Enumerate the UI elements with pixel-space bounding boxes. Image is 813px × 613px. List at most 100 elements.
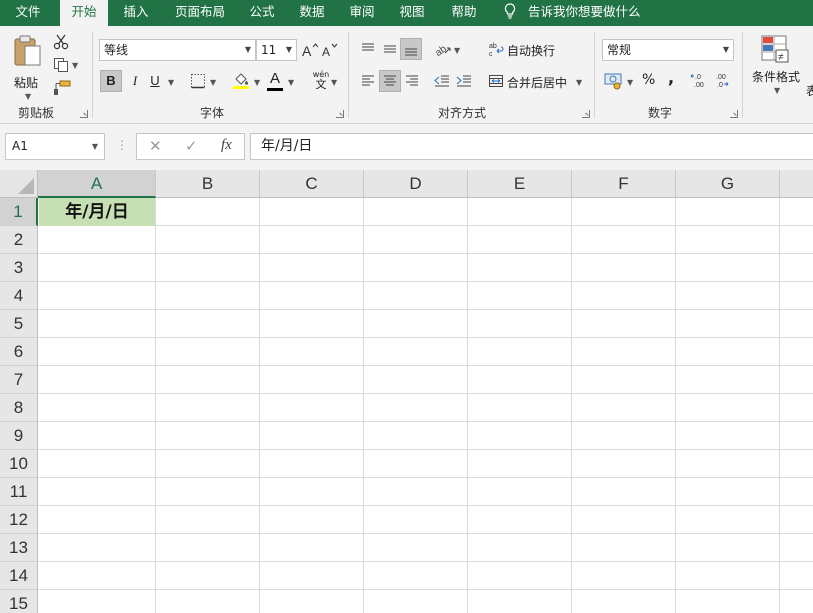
column-header-g[interactable]: G — [676, 170, 780, 198]
tell-me-search[interactable]: 告诉我你想要做什么 — [504, 0, 641, 26]
cut-icon[interactable] — [53, 34, 69, 50]
align-bottom-button[interactable] — [400, 38, 422, 60]
borders-icon[interactable] — [190, 73, 206, 89]
row-header-13[interactable]: 13 — [0, 534, 38, 562]
column-header-e[interactable]: E — [468, 170, 572, 198]
underline-button[interactable]: U — [144, 70, 166, 92]
column-header-h-partial[interactable] — [780, 170, 813, 198]
paste-label: 粘贴 — [14, 76, 39, 90]
row-header-15[interactable]: 15 — [0, 590, 38, 613]
percent-style-button[interactable]: % — [642, 72, 655, 88]
cell-a1[interactable]: 年/月/日 — [39, 198, 155, 226]
paste-button[interactable]: 粘贴 ▼ — [12, 34, 44, 101]
tab-view[interactable]: 视图 — [392, 0, 432, 26]
clipboard-dialog-launcher[interactable] — [80, 110, 88, 118]
formula-bar-grip[interactable]: ⋮ — [116, 138, 128, 152]
row-header-2[interactable]: 2 — [0, 226, 38, 254]
merge-center-dropdown-arrow[interactable]: ▼ — [576, 78, 582, 87]
column-header-b[interactable]: B — [156, 170, 260, 198]
merge-center-icon[interactable] — [488, 73, 504, 89]
italic-button[interactable]: I — [124, 70, 146, 92]
row-header-10[interactable]: 10 — [0, 450, 38, 478]
font-size-dropdown[interactable]: 11 ▼ — [256, 39, 297, 61]
number-format-dropdown[interactable]: 常规 ▼ — [602, 39, 734, 61]
format-painter-icon[interactable] — [53, 80, 71, 96]
accounting-dropdown-arrow[interactable]: ▼ — [627, 78, 633, 87]
wrap-text-button[interactable]: 自动换行 — [507, 42, 555, 59]
column-header-c[interactable]: C — [260, 170, 364, 198]
formula-input[interactable]: 年/月/日 — [250, 133, 813, 160]
align-center-button[interactable] — [379, 70, 401, 92]
row-header-6[interactable]: 6 — [0, 338, 38, 366]
conditional-formatting-button[interactable]: 条件格式 — [752, 68, 800, 85]
fill-color-dropdown-arrow[interactable]: ▼ — [254, 78, 260, 87]
insert-function-icon[interactable]: fx — [221, 137, 232, 154]
align-left-icon[interactable] — [360, 73, 376, 89]
font-dialog-launcher[interactable] — [336, 110, 344, 118]
decrease-indent-icon[interactable] — [434, 73, 450, 89]
tab-insert[interactable]: 插入 — [114, 0, 158, 26]
comma-style-button[interactable]: , — [668, 68, 674, 87]
tab-data[interactable]: 数据 — [292, 0, 332, 26]
row-header-9[interactable]: 9 — [0, 422, 38, 450]
tab-review[interactable]: 审阅 — [342, 0, 382, 26]
decrease-font-size-icon[interactable]: A — [322, 42, 338, 58]
format-as-table-button-partial[interactable]: 表 — [806, 82, 813, 99]
conditional-formatting-icon[interactable]: ≠ — [760, 34, 790, 64]
font-name-dropdown[interactable]: 等线 ▼ — [99, 39, 256, 61]
tab-file[interactable]: 文件 — [6, 0, 50, 26]
gridline — [675, 198, 676, 613]
underline-dropdown-arrow[interactable]: ▼ — [168, 78, 174, 87]
gridline — [38, 309, 813, 310]
decrease-decimal-icon[interactable]: .00 .0 — [712, 71, 732, 89]
row-header-5[interactable]: 5 — [0, 310, 38, 338]
row-header-3[interactable]: 3 — [0, 254, 38, 282]
row-header-1[interactable]: 1 — [0, 198, 38, 226]
column-header-d[interactable]: D — [364, 170, 468, 198]
copy-dropdown-arrow[interactable]: ▼ — [72, 61, 78, 70]
align-right-icon[interactable] — [404, 73, 420, 89]
increase-indent-icon[interactable] — [456, 73, 472, 89]
number-dialog-launcher[interactable] — [730, 110, 738, 118]
select-all-button[interactable] — [0, 170, 38, 198]
row-header-4[interactable]: 4 — [0, 282, 38, 310]
merge-center-button[interactable]: 合并后居中 — [507, 74, 567, 91]
name-box[interactable]: A1 ▼ — [5, 133, 105, 160]
group-divider — [348, 32, 349, 118]
tab-home[interactable]: 开始 — [60, 0, 108, 26]
copy-icon[interactable] — [53, 57, 69, 73]
row-header-14[interactable]: 14 — [0, 562, 38, 590]
row-header-12[interactable]: 12 — [0, 506, 38, 534]
increase-decimal-icon[interactable]: .0 .00 — [690, 71, 710, 89]
conditional-formatting-dropdown-arrow[interactable]: ▼ — [774, 86, 780, 95]
column-header-a[interactable]: A — [38, 170, 156, 198]
row-header-8[interactable]: 8 — [0, 394, 38, 422]
font-color-button[interactable]: A — [266, 70, 284, 92]
align-top-icon[interactable] — [360, 41, 376, 57]
row-header-11[interactable]: 11 — [0, 478, 38, 506]
wrap-text-icon[interactable]: ab c — [488, 41, 504, 57]
alignment-dialog-launcher[interactable] — [582, 110, 590, 118]
bold-button[interactable]: B — [100, 70, 122, 92]
worksheet-grid[interactable]: A B C D E F G 1 2 3 4 5 6 7 8 9 10 11 12… — [0, 170, 813, 613]
accounting-format-icon[interactable] — [604, 72, 624, 90]
orientation-dropdown-arrow[interactable]: ▼ — [454, 46, 460, 55]
cancel-icon[interactable]: ✕ — [149, 137, 162, 155]
increase-font-size-icon[interactable]: A — [302, 42, 318, 58]
row-header-7[interactable]: 7 — [0, 366, 38, 394]
enter-icon[interactable]: ✓ — [185, 137, 198, 155]
font-color-dropdown-arrow[interactable]: ▼ — [288, 78, 294, 87]
column-header-f[interactable]: F — [572, 170, 676, 198]
orientation-icon[interactable]: ab — [434, 40, 452, 56]
group-divider — [594, 32, 595, 118]
gridline — [467, 198, 468, 613]
tab-help[interactable]: 帮助 — [442, 0, 486, 26]
tab-page-layout[interactable]: 页面布局 — [164, 0, 236, 26]
borders-dropdown-arrow[interactable]: ▼ — [210, 78, 216, 87]
tab-formulas[interactable]: 公式 — [242, 0, 282, 26]
svg-text:A: A — [302, 43, 312, 58]
phonetic-guide-button[interactable]: wén 文 — [310, 70, 332, 92]
phonetic-dropdown-arrow[interactable]: ▼ — [331, 78, 337, 87]
fill-color-icon[interactable] — [232, 71, 250, 89]
align-middle-icon[interactable] — [382, 41, 398, 57]
